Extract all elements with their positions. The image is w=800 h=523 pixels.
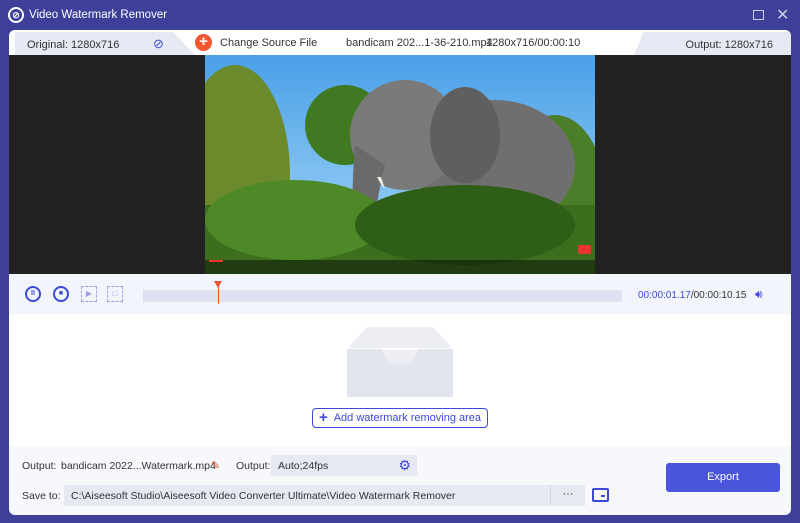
add-area-label: Add watermark removing area [333, 412, 482, 424]
snapshot-button[interactable]: □ [107, 286, 123, 302]
output-format-field[interactable]: Auto;24fps ⚙ [271, 455, 417, 476]
file-info: 1280x716/00:00:10 [486, 37, 581, 49]
close-button[interactable]: ✕ [776, 5, 789, 25]
window-title: Video Watermark Remover [29, 9, 168, 21]
elephant-scene-image [205, 65, 595, 274]
next-frame-button[interactable]: ▶ [81, 286, 97, 302]
video-frame [205, 55, 595, 274]
pause-button[interactable]: II [25, 286, 41, 302]
output-format-value: Auto;24fps [278, 460, 329, 472]
change-source-button[interactable]: Change Source File [220, 37, 317, 49]
video-preview[interactable] [9, 55, 791, 274]
file-name: bandicam 202...1-36-210.mp4 [346, 37, 493, 49]
output-file-name: bandicam 2022...Watermark.mp4 [61, 460, 216, 472]
save-to-label: Save to: [22, 490, 61, 502]
output-format-label: Output: [236, 460, 271, 472]
app-logo-icon: ⊘ [8, 7, 24, 23]
browse-button[interactable]: ··· [550, 485, 585, 506]
plus-icon: + [318, 409, 328, 426]
empty-tray-icon [347, 327, 453, 397]
export-button[interactable]: Export [666, 463, 780, 492]
playhead[interactable] [214, 281, 223, 304]
open-folder-icon[interactable] [592, 488, 609, 502]
original-label-tab: Original: 1280x716 ⊘ [15, 32, 195, 55]
top-bar: Original: 1280x716 ⊘ + Change Source Fil… [9, 30, 791, 55]
add-icon[interactable]: + [195, 34, 212, 51]
gear-icon[interactable]: ⚙ [398, 457, 411, 474]
playback-controls: II ■ ▶ □ 00:00:01.17/00:00:10.15 🔊︎ [9, 274, 791, 314]
stop-button[interactable]: ■ [53, 286, 69, 302]
maximize-button[interactable] [753, 10, 764, 20]
output-file-label: Output: [22, 460, 57, 472]
edit-pen-icon[interactable]: ✎ [211, 459, 220, 472]
total-time: /00:00:10.15 [690, 290, 747, 301]
current-time: 00:00:01.17 [638, 290, 691, 301]
output-label-tab: Output: 1280x716 [634, 32, 791, 55]
main-panel: Original: 1280x716 ⊘ + Change Source Fil… [9, 30, 791, 515]
watermark-area: + Add watermark removing area [9, 314, 791, 446]
output-size: Output: 1280x716 [685, 39, 773, 51]
timeline-slider[interactable] [143, 290, 622, 302]
eye-hidden-icon[interactable]: ⊘ [153, 36, 164, 52]
volume-icon[interactable]: 🔊︎ [755, 287, 763, 302]
title-bar: ⊘ Video Watermark Remover ✕ [0, 0, 800, 30]
original-size: Original: 1280x716 [27, 39, 120, 51]
time-display: 00:00:01.17/00:00:10.15 [638, 290, 746, 301]
save-path-field[interactable]: C:\Aiseesoft Studio\Aiseesoft Video Conv… [64, 485, 550, 506]
add-watermark-area-button[interactable]: + Add watermark removing area [312, 408, 488, 428]
